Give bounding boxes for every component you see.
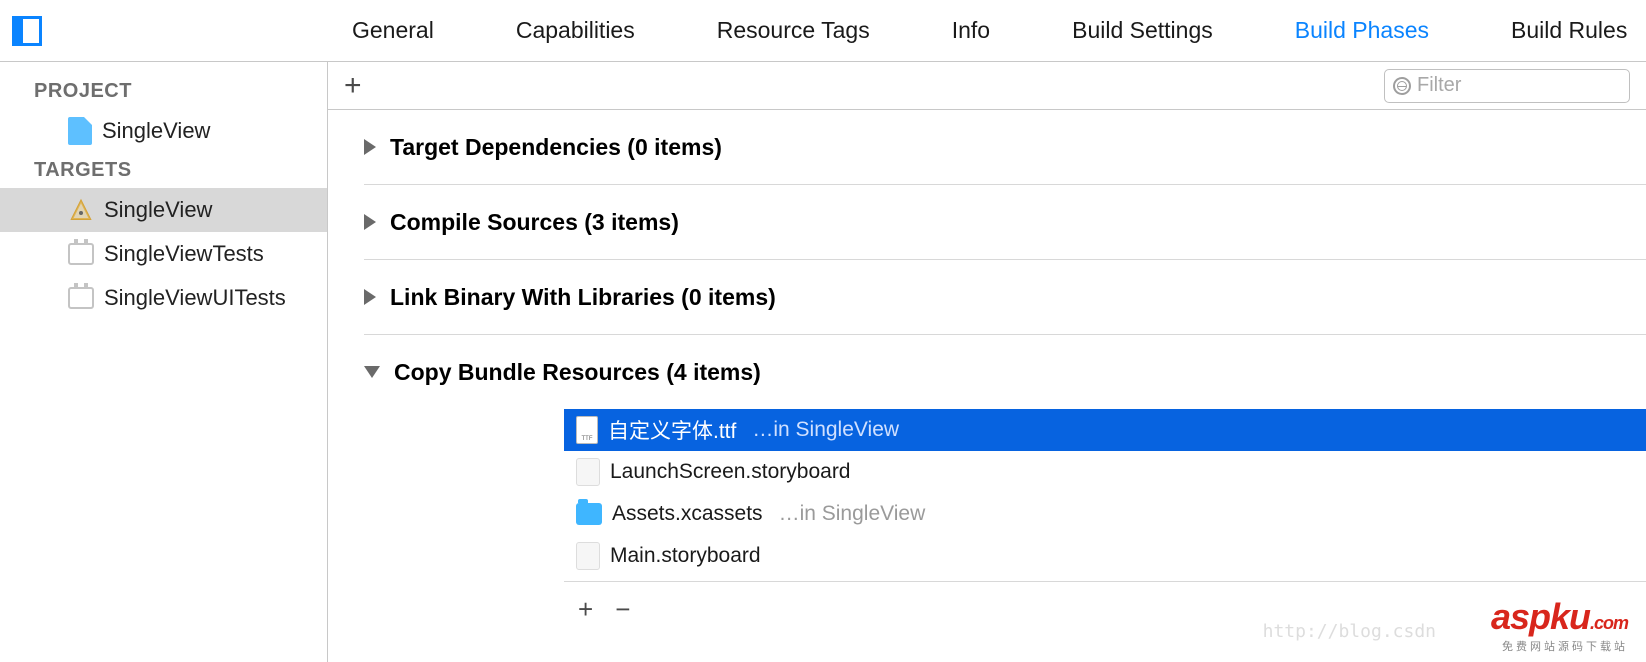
phase-title: Link Binary With Libraries (0 items)	[390, 284, 776, 311]
panel-toggle-icon[interactable]	[12, 16, 42, 46]
phase-title: Target Dependencies (0 items)	[390, 134, 722, 161]
storyboard-file-icon	[576, 458, 600, 486]
build-phase: Target Dependencies (0 items)	[364, 110, 1646, 185]
resource-location: …in SingleView	[779, 502, 926, 526]
row-buttons: +−	[564, 581, 1646, 625]
resource-row[interactable]: LaunchScreen.storyboard	[564, 451, 1646, 493]
toolbar: + Filter	[328, 62, 1646, 110]
phase-header[interactable]: Copy Bundle Resources (4 items)	[364, 335, 1646, 409]
resource-list: 自定义字体.ttf …in SingleView LaunchScreen.stor…	[564, 409, 1646, 577]
watermark-brand: aspku	[1491, 596, 1590, 637]
app-target-icon	[68, 197, 94, 223]
disclosure-triangle-icon[interactable]	[364, 366, 380, 378]
resource-name: LaunchScreen.storyboard	[610, 460, 851, 484]
sidebar: PROJECT SingleView TARGETS SingleView Sin…	[0, 62, 328, 662]
resource-name: Main.storyboard	[610, 544, 761, 568]
ttf-file-icon	[576, 416, 598, 444]
tab-build-rules[interactable]: Build Rules	[1511, 17, 1627, 44]
watermark-sub: 免费网站源码下载站	[1491, 638, 1628, 654]
resource-name: Assets.xcassets	[612, 502, 763, 526]
test-target-icon	[68, 287, 94, 309]
tab-capabilities[interactable]: Capabilities	[516, 17, 635, 44]
remove-resource-button[interactable]: −	[615, 594, 630, 625]
tab-build-settings[interactable]: Build Settings	[1072, 17, 1213, 44]
sidebar-target-item[interactable]: SingleViewTests	[0, 232, 327, 276]
main: PROJECT SingleView TARGETS SingleView Sin…	[0, 62, 1646, 662]
filter-placeholder: Filter	[1417, 74, 1461, 97]
sidebar-header-project: PROJECT	[0, 74, 327, 109]
assets-folder-icon	[576, 503, 602, 525]
sidebar-target-item[interactable]: SingleViewUITests	[0, 276, 327, 320]
project-label: SingleView	[102, 118, 210, 144]
tab-info[interactable]: Info	[952, 17, 990, 44]
disclosure-triangle-icon[interactable]	[364, 214, 376, 230]
build-phase: Copy Bundle Resources (4 items) 自定义字体.ttf…	[364, 335, 1646, 645]
phase-body: 自定义字体.ttf …in SingleView LaunchScreen.stor…	[364, 409, 1646, 645]
build-phase: Compile Sources (3 items)	[364, 185, 1646, 260]
tab-general[interactable]: General	[352, 17, 434, 44]
build-phases: Target Dependencies (0 items) Compile Sou…	[328, 110, 1646, 645]
content: + Filter Target Dependencies (0 items) Co…	[328, 62, 1646, 662]
resource-row[interactable]: Assets.xcassets …in SingleView	[564, 493, 1646, 535]
test-target-icon	[68, 243, 94, 265]
filter-icon	[1393, 77, 1411, 95]
target-label: SingleView	[104, 197, 212, 223]
resource-name: 自定义字体.ttf	[608, 415, 736, 445]
sidebar-header-targets: TARGETS	[0, 153, 327, 188]
sidebar-target-item[interactable]: SingleView	[0, 188, 327, 232]
target-label: SingleViewTests	[104, 241, 264, 267]
watermark-url: http://blog.csdn	[1263, 621, 1436, 642]
watermark-tld: .com	[1590, 613, 1628, 633]
tab-resource-tags[interactable]: Resource Tags	[717, 17, 870, 44]
phase-title: Compile Sources (3 items)	[390, 209, 679, 236]
resource-row[interactable]: Main.storyboard	[564, 535, 1646, 577]
tab-build-phases[interactable]: Build Phases	[1295, 17, 1429, 44]
tab-bar: General Capabilities Resource Tags Info Buil…	[42, 17, 1646, 44]
resource-row[interactable]: 自定义字体.ttf …in SingleView	[564, 409, 1646, 451]
top-bar: General Capabilities Resource Tags Info Buil…	[0, 0, 1646, 62]
disclosure-triangle-icon[interactable]	[364, 139, 376, 155]
resource-location: …in SingleView	[752, 418, 899, 442]
target-label: SingleViewUITests	[104, 285, 286, 311]
phase-header[interactable]: Compile Sources (3 items)	[364, 185, 1646, 259]
phase-header[interactable]: Link Binary With Libraries (0 items)	[364, 260, 1646, 334]
filter-field[interactable]: Filter	[1384, 69, 1630, 103]
add-phase-button[interactable]: +	[344, 69, 362, 103]
sidebar-project-item[interactable]: SingleView	[0, 109, 327, 153]
add-resource-button[interactable]: +	[578, 594, 593, 625]
watermark: aspku.com 免费网站源码下载站	[1491, 596, 1628, 654]
disclosure-triangle-icon[interactable]	[364, 289, 376, 305]
project-icon	[68, 117, 92, 145]
phase-title: Copy Bundle Resources (4 items)	[394, 359, 761, 386]
storyboard-file-icon	[576, 542, 600, 570]
build-phase: Link Binary With Libraries (0 items)	[364, 260, 1646, 335]
phase-header[interactable]: Target Dependencies (0 items)	[364, 110, 1646, 184]
